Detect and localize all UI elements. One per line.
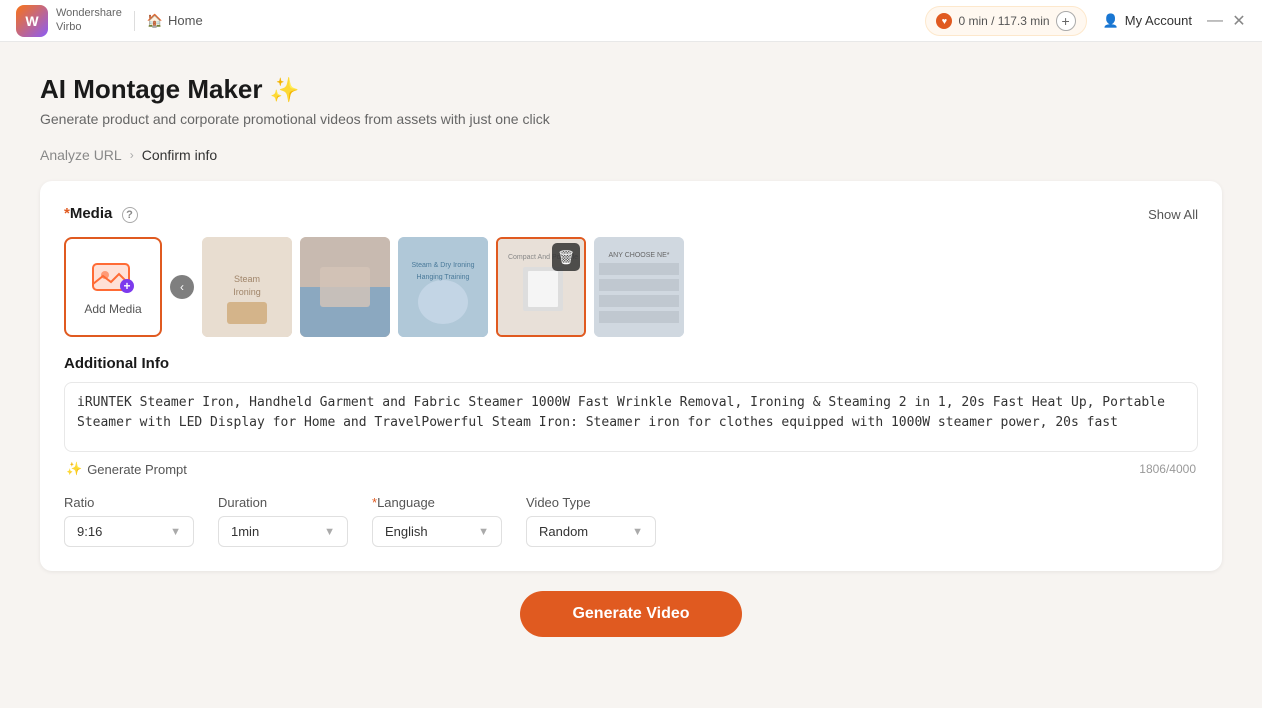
title-bar: W Wondershare Virbo 🏠 Home ♥ 0 min / 117… bbox=[0, 0, 1262, 42]
chevron-down-icon: ▼ bbox=[478, 526, 489, 538]
home-link[interactable]: 🏠 Home bbox=[147, 13, 203, 29]
duration-select[interactable]: 1min ▼ bbox=[218, 516, 348, 547]
svg-text:+: + bbox=[123, 279, 130, 293]
breadcrumb-step2: Confirm info bbox=[142, 147, 217, 163]
add-media-box[interactable]: + Add Media bbox=[64, 237, 162, 337]
svg-text:ANY CHOOSE NE*: ANY CHOOSE NE* bbox=[609, 252, 670, 259]
video-type-label: Video Type bbox=[526, 495, 656, 510]
add-credits-button[interactable]: + bbox=[1056, 11, 1076, 31]
media-thumbnails: Steam Ironing bbox=[202, 237, 1198, 337]
main-content: AI Montage Maker ✨ Generate product and … bbox=[0, 42, 1262, 708]
show-all-button[interactable]: Show All bbox=[1148, 207, 1198, 222]
window-controls: — ✕ bbox=[1208, 14, 1246, 28]
generate-video-button[interactable]: Generate Video bbox=[520, 591, 741, 637]
credits-icon: ♥ bbox=[936, 13, 952, 29]
close-button[interactable]: ✕ bbox=[1232, 14, 1246, 28]
svg-text:Ironing: Ironing bbox=[233, 287, 261, 297]
language-group: *Language English ▼ bbox=[372, 495, 502, 547]
ratio-select[interactable]: 9:16 ▼ bbox=[64, 516, 194, 547]
svg-text:Steam & Dry Ironing: Steam & Dry Ironing bbox=[411, 262, 474, 269]
svg-text:Steam: Steam bbox=[234, 274, 260, 284]
add-media-label: Add Media bbox=[84, 302, 141, 316]
chevron-down-icon: ▼ bbox=[170, 526, 181, 538]
logo-area: W Wondershare Virbo bbox=[16, 5, 122, 37]
media-thumb-5[interactable]: ANY CHOOSE NE* bbox=[594, 237, 684, 337]
media-section-header: *Media ? Show All bbox=[64, 205, 1198, 223]
page-title: AI Montage Maker ✨ bbox=[40, 74, 1222, 105]
credits-badge: ♥ 0 min / 117.3 min + bbox=[925, 6, 1086, 36]
app-name: Wondershare Virbo bbox=[56, 7, 122, 33]
media-thumb-4[interactable]: Compact And Portable 🗑 bbox=[496, 237, 586, 337]
media-help-icon[interactable]: ? bbox=[122, 207, 138, 223]
ratio-group: Ratio 9:16 ▼ bbox=[64, 495, 194, 547]
add-media-icon: + bbox=[91, 258, 135, 294]
app-logo-icon: W bbox=[16, 5, 48, 37]
ratio-label: Ratio bbox=[64, 495, 194, 510]
breadcrumb-separator: › bbox=[130, 148, 134, 162]
generate-section: Generate Video bbox=[40, 571, 1222, 637]
page-subtitle: Generate product and corporate promotion… bbox=[40, 111, 1222, 127]
credits-text: 0 min / 117.3 min bbox=[958, 14, 1049, 28]
duration-label: Duration bbox=[218, 495, 348, 510]
chevron-down-icon: ▼ bbox=[632, 526, 643, 538]
title-bar-left: W Wondershare Virbo 🏠 Home bbox=[16, 5, 203, 37]
textarea-container: iRUNTEK Steamer Iron, Handheld Garment a… bbox=[64, 382, 1198, 481]
account-icon: 👤 bbox=[1103, 13, 1119, 29]
language-label: *Language bbox=[372, 495, 502, 510]
delete-media-button[interactable]: 🗑 bbox=[552, 243, 580, 271]
textarea-footer: ✨ Generate Prompt 1806/4000 bbox=[64, 457, 1198, 481]
app-name-text: Wondershare Virbo bbox=[56, 7, 122, 33]
additional-info-textarea[interactable]: iRUNTEK Steamer Iron, Handheld Garment a… bbox=[64, 382, 1198, 452]
main-card: *Media ? Show All + bbox=[40, 181, 1222, 571]
generate-prompt-button[interactable]: ✨ Generate Prompt bbox=[66, 461, 187, 477]
svg-text:Hanging Training: Hanging Training bbox=[417, 274, 470, 281]
video-type-select[interactable]: Random ▼ bbox=[526, 516, 656, 547]
media-thumb-3[interactable]: Steam & Dry Ironing Hanging Training bbox=[398, 237, 488, 337]
breadcrumb: Analyze URL › Confirm info bbox=[40, 147, 1222, 163]
media-thumb-2[interactable] bbox=[300, 237, 390, 337]
char-count: 1806/4000 bbox=[1139, 462, 1196, 476]
additional-info-title: Additional Info bbox=[64, 355, 1198, 372]
home-icon: 🏠 bbox=[147, 13, 163, 29]
duration-group: Duration 1min ▼ bbox=[218, 495, 348, 547]
wand-icon: ✨ bbox=[66, 461, 82, 477]
language-select[interactable]: English ▼ bbox=[372, 516, 502, 547]
media-nav-prev-button[interactable]: ‹ bbox=[170, 275, 194, 299]
divider bbox=[134, 11, 135, 31]
media-thumb-1[interactable]: Steam Ironing bbox=[202, 237, 292, 337]
title-bar-right: ♥ 0 min / 117.3 min + 👤 My Account — ✕ bbox=[925, 6, 1246, 36]
video-type-group: Video Type Random ▼ bbox=[526, 495, 656, 547]
media-label: *Media ? bbox=[64, 205, 138, 223]
minimize-button[interactable]: — bbox=[1208, 14, 1222, 28]
breadcrumb-step1: Analyze URL bbox=[40, 147, 122, 163]
settings-row: Ratio 9:16 ▼ Duration 1min ▼ *Language bbox=[64, 495, 1198, 547]
account-button[interactable]: 👤 My Account bbox=[1103, 13, 1192, 29]
media-grid: + Add Media ‹ Steam Ironing bbox=[64, 237, 1198, 337]
chevron-down-icon: ▼ bbox=[324, 526, 335, 538]
